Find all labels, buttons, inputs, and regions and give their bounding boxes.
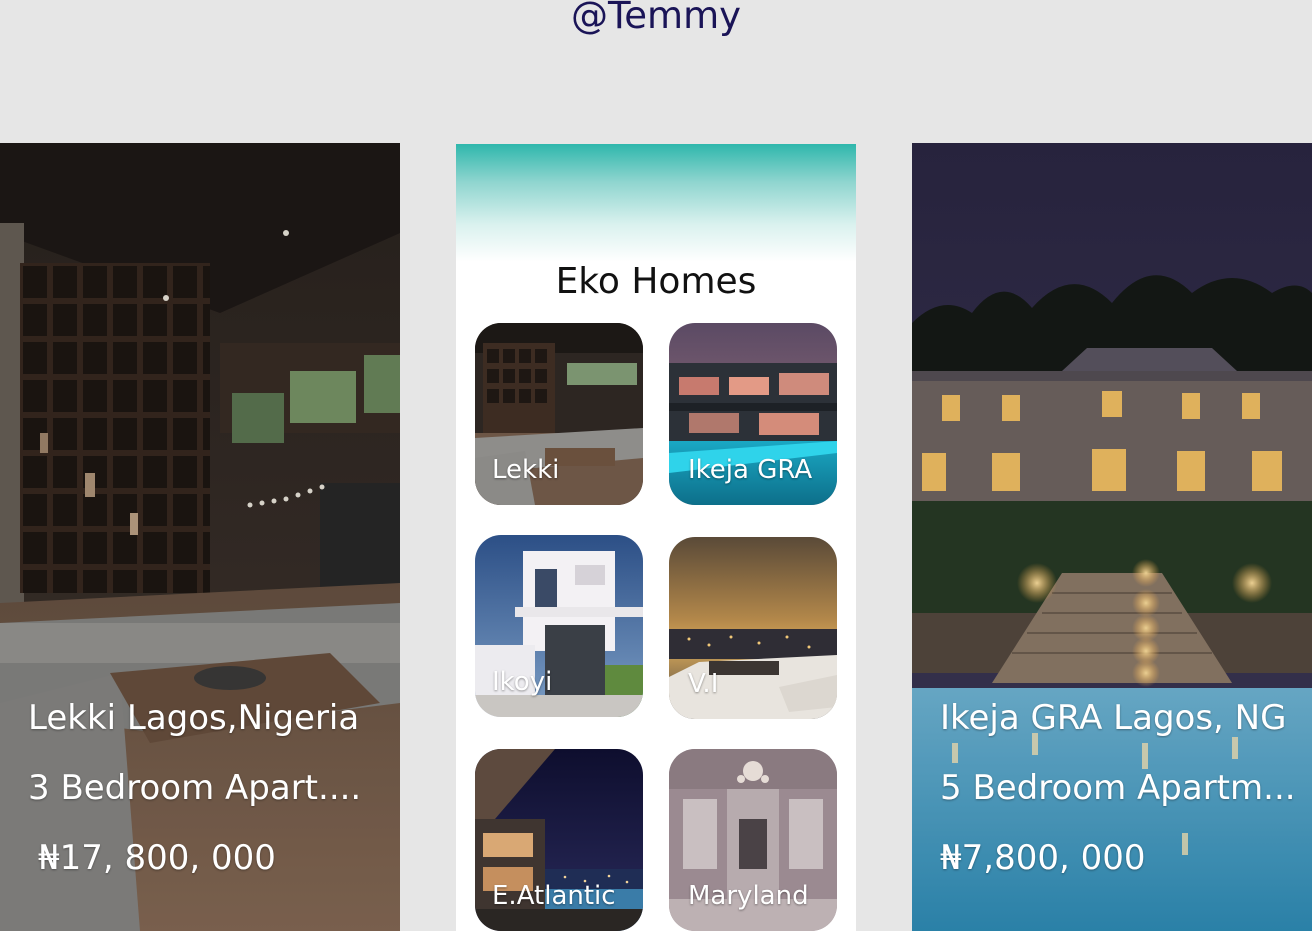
- listing-location: Ikeja GRA Lagos, NG: [940, 698, 1287, 738]
- listing-bedrooms: 5 Bedroom Apartm...: [940, 768, 1296, 808]
- area-tile-ikoyi[interactable]: Ikoyi: [475, 535, 643, 717]
- username-handle: @Temmy: [570, 0, 742, 37]
- area-tile-e-atlantic[interactable]: E.Atlantic: [475, 749, 643, 931]
- area-label: Lekki: [492, 455, 560, 485]
- listing-card-ikeja-gra[interactable]: Ikeja GRA Lagos, NG 5 Bedroom Apartm... …: [912, 143, 1312, 931]
- area-tile-maryland[interactable]: Maryland: [669, 749, 837, 931]
- area-label: Ikeja GRA: [688, 455, 813, 485]
- ikeja-gra-mansion-photo: [912, 143, 1312, 931]
- area-tile-ikeja-gra[interactable]: Ikeja GRA: [669, 323, 837, 505]
- area-tile-vi[interactable]: V.I: [669, 537, 837, 719]
- area-label: Maryland: [688, 881, 809, 911]
- listing-price: ₦7,800, 000: [940, 838, 1146, 878]
- area-label: V.I: [688, 669, 719, 699]
- listing-bedrooms: 3 Bedroom Apart....: [28, 768, 362, 808]
- area-label: Ikoyi: [492, 667, 553, 697]
- area-tile-lekki[interactable]: Lekki: [475, 323, 643, 505]
- listing-card-lekki[interactable]: Lekki Lagos,Nigeria 3 Bedroom Apart.... …: [0, 143, 400, 931]
- listing-location: Lekki Lagos,Nigeria: [28, 698, 360, 738]
- lekki-interior-photo: [0, 143, 400, 931]
- listing-price: ₦17, 800, 000: [38, 838, 276, 878]
- app-title: Eko Homes: [555, 261, 757, 302]
- area-label: E.Atlantic: [492, 881, 616, 911]
- eko-homes-app-card: Eko Homes Lekki Ikeja GRA Ikoyi V.I E.At…: [456, 144, 856, 931]
